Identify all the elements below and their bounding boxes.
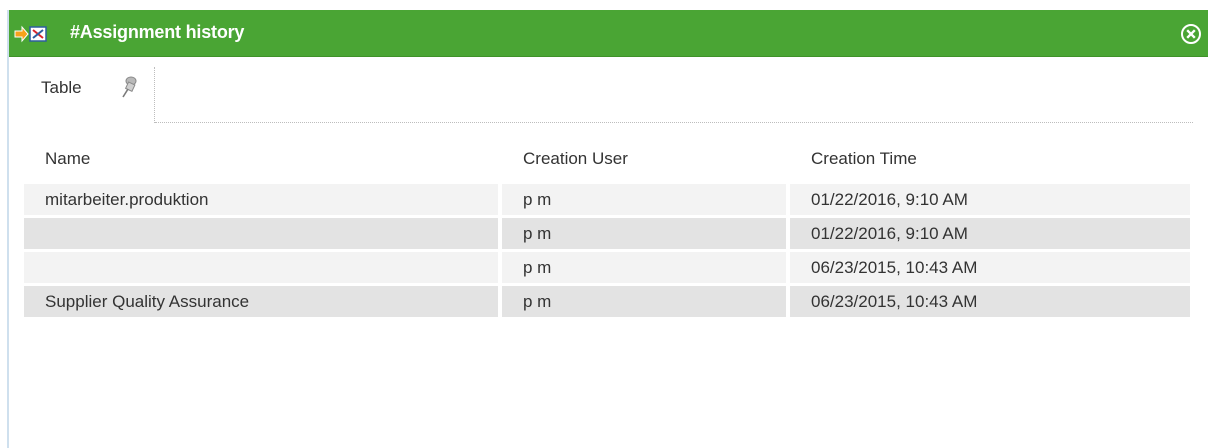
titlebar: #Assignment history [9, 10, 1208, 57]
cell-name: Supplier Quality Assurance [24, 286, 498, 317]
cell-creation-user: p m [502, 252, 786, 283]
table-row[interactable]: Supplier Quality Assurance p m 06/23/201… [24, 286, 1190, 320]
tab-bar: Table [9, 67, 1193, 123]
top-strip [0, 0, 1208, 10]
assignment-table: Name Creation User Creation Time mitarbe… [24, 144, 1190, 320]
column-header-name[interactable]: Name [45, 149, 90, 169]
tab-table[interactable]: Table [14, 67, 155, 123]
tab-divider [155, 122, 1193, 123]
tab-table-label: Table [41, 78, 82, 97]
table-row[interactable]: p m 01/22/2016, 9:10 AM [24, 218, 1190, 252]
table-header: Name Creation User Creation Time [24, 144, 1190, 184]
cell-creation-time: 01/22/2016, 9:10 AM [790, 184, 1190, 215]
cell-name [24, 218, 498, 249]
column-header-creation-time[interactable]: Creation Time [811, 149, 917, 169]
window-title: #Assignment history [70, 22, 245, 42]
assignment-history-window: #Assignment history Table Name Creation … [7, 10, 1208, 448]
cell-name [24, 252, 498, 283]
cell-creation-user: p m [502, 184, 786, 215]
pin-icon[interactable] [118, 75, 140, 99]
close-icon[interactable] [1180, 23, 1202, 45]
cell-name: mitarbeiter.produktion [24, 184, 498, 215]
table-row[interactable]: mitarbeiter.produktion p m 01/22/2016, 9… [24, 184, 1190, 218]
assignment-arrow-icon [14, 25, 47, 43]
table-row[interactable]: p m 06/23/2015, 10:43 AM [24, 252, 1190, 286]
cell-creation-time: 06/23/2015, 10:43 AM [790, 286, 1190, 317]
cell-creation-user: p m [502, 286, 786, 317]
cell-creation-time: 01/22/2016, 9:10 AM [790, 218, 1190, 249]
column-header-creation-user[interactable]: Creation User [523, 149, 628, 169]
cell-creation-time: 06/23/2015, 10:43 AM [790, 252, 1190, 283]
cell-creation-user: p m [502, 218, 786, 249]
